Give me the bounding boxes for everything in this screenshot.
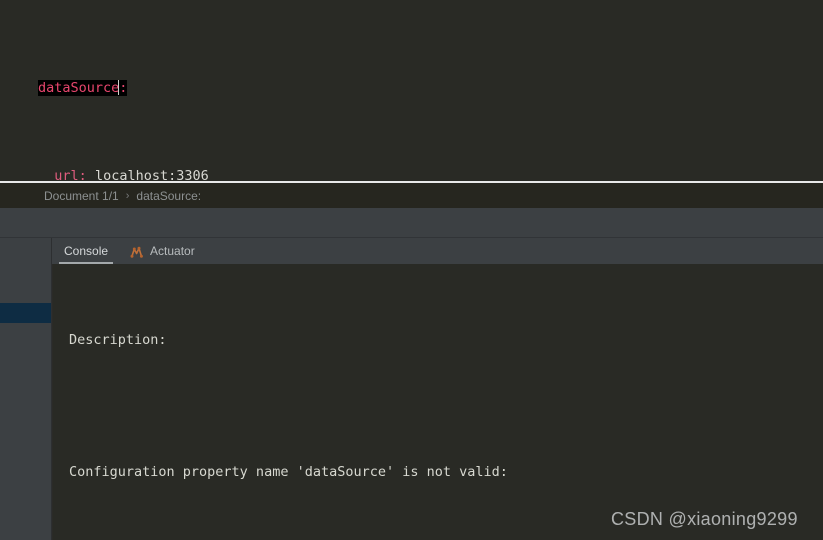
yaml-editor[interactable]: dataSource: url: localhost:3306 username… — [0, 0, 823, 182]
editor-value-url: localhost:3306 — [94, 168, 209, 182]
console-lines: Description: Configuration property name… — [53, 285, 823, 540]
console-line: Configuration property name 'dataSource'… — [69, 464, 508, 480]
tool-window-sidebar[interactable] — [0, 264, 52, 540]
editor-key-datasource: dataSource — [38, 80, 120, 96]
tab-actuator[interactable]: Actuator — [119, 238, 206, 264]
toolbar-strip — [0, 208, 823, 237]
console-line: Description: — [69, 332, 167, 348]
tool-window-sidebar-header — [0, 238, 52, 264]
breadcrumb-document[interactable]: Document 1/1 — [44, 189, 119, 203]
editor-lines: dataSource: url: localhost:3306 username… — [0, 11, 823, 182]
breadcrumb: Document 1/1 › dataSource: — [0, 183, 823, 208]
sidebar-selected-item[interactable] — [0, 303, 51, 323]
editor-line[interactable]: url: localhost:3306 — [0, 165, 823, 182]
tab-console[interactable]: Console — [53, 238, 119, 264]
editor-key-url: url — [54, 168, 79, 182]
breadcrumb-node[interactable]: dataSource: — [136, 189, 201, 203]
editor-space — [87, 168, 95, 182]
tool-window-tabs: Console Actuator — [53, 238, 206, 264]
tab-actuator-label: Actuator — [150, 244, 195, 258]
console-output[interactable]: Description: Configuration property name… — [53, 264, 823, 540]
ide-window: dataSource: url: localhost:3306 username… — [0, 0, 823, 540]
tab-console-label: Console — [64, 244, 109, 258]
editor-colon: : — [119, 80, 128, 96]
actuator-icon — [130, 245, 144, 258]
chevron-right-icon: › — [125, 189, 130, 202]
tool-window-header: Console Actuator — [0, 238, 823, 264]
editor-line[interactable]: dataSource: — [0, 77, 823, 99]
editor-colon: : — [78, 168, 87, 182]
editor-indent — [38, 168, 54, 182]
